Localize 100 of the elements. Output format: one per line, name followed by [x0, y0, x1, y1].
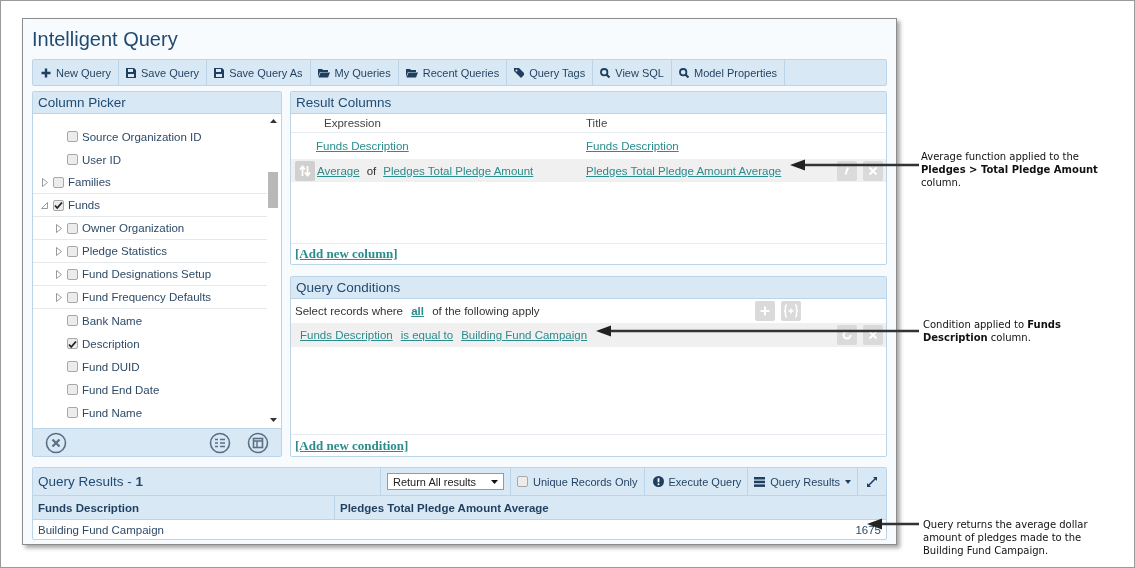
table-cell: Building Fund Campaign [38, 523, 164, 536]
panel-title: Result Columns [291, 92, 886, 114]
title-link[interactable]: Pledges Total Pledge Amount Average [586, 164, 782, 177]
condition-link[interactable]: Funds Description [300, 329, 393, 341]
tree-item-label[interactable]: Bank Name [82, 314, 143, 327]
toolbar-button[interactable]: View SQL [593, 60, 672, 85]
checkbox[interactable] [67, 361, 78, 372]
scrollbar-thumb[interactable] [268, 172, 278, 208]
checkbox[interactable] [67, 268, 78, 280]
caret-down-icon [845, 479, 851, 484]
callout-text: Query returns the average dollar amount of pledges made to the Building Fund Campaign. [923, 518, 1089, 557]
exclamation-circle-icon [652, 476, 664, 487]
condition-link[interactable]: Building Fund Campaign [461, 329, 588, 341]
checkbox[interactable] [67, 245, 78, 257]
window-title: Intelligent Query [32, 26, 179, 52]
check-icon [53, 200, 64, 210]
tag-icon [514, 67, 525, 78]
expression-link[interactable]: Pledges Total Pledge Amount [383, 164, 534, 177]
toolbar-button[interactable]: Model Properties [671, 60, 786, 85]
edit-button[interactable] [837, 160, 857, 181]
toolbar-button[interactable]: Save Query [119, 60, 208, 85]
tree-item-label[interactable]: Fund End Date [82, 383, 160, 396]
panel-title: Column Picker [33, 92, 281, 114]
query-results-menu[interactable]: Query Results [747, 468, 857, 495]
clear-button[interactable] [45, 431, 67, 454]
tree-item-label[interactable]: Fund Designations Setup [82, 268, 212, 280]
checkbox[interactable] [67, 131, 78, 142]
refresh-button[interactable] [837, 325, 857, 345]
tree-item-label[interactable]: Description [82, 337, 140, 350]
toolbar-button[interactable]: Query Tags [507, 60, 594, 85]
tree-item-label[interactable]: Fund DUID [82, 360, 140, 373]
tree-item-label[interactable]: User ID [82, 153, 121, 166]
checkbox[interactable] [516, 476, 528, 487]
panel-title: Query Results - 1 [37, 474, 145, 489]
layout-button[interactable] [247, 431, 269, 454]
tree-item-label[interactable]: Families [68, 176, 111, 188]
tree-item-label[interactable]: Fund Frequency Defaults [82, 291, 212, 303]
condition-intro-text: Select records where all of the following apply [295, 305, 540, 317]
collapsed-arrow-icon[interactable] [55, 269, 62, 279]
expanded-arrow-icon[interactable] [41, 201, 48, 209]
callout-text: Condition applied to Funds Description column. [923, 318, 1062, 344]
close-icon [868, 165, 878, 176]
tree-item-label[interactable]: Fund Name [82, 406, 143, 419]
column-header: Funds Description [38, 501, 139, 514]
expression-text: of [366, 164, 377, 177]
up-down-arrows-icon [299, 164, 311, 177]
add-column-link[interactable]: [Add new column] [295, 246, 398, 262]
toolbar-button[interactable]: Recent Queries [398, 60, 508, 85]
checkbox[interactable] [67, 154, 78, 165]
checkbox[interactable] [53, 176, 64, 188]
match-mode-link[interactable]: all [411, 305, 424, 317]
add-condition-link[interactable]: [Add new condition] [295, 437, 409, 454]
panel-circle-icon [247, 431, 269, 454]
checkbox[interactable] [67, 384, 78, 395]
search-icon [600, 67, 611, 78]
reorder-handle[interactable] [295, 160, 315, 181]
collapsed-arrow-icon[interactable] [41, 177, 48, 187]
plus-icon [760, 306, 770, 316]
return-mode-select[interactable]: Return All results [386, 473, 504, 490]
close-icon [868, 330, 878, 340]
checkbox[interactable] [67, 338, 78, 349]
collapsed-arrow-icon[interactable] [55, 246, 62, 256]
tree-item-label[interactable]: Owner Organization [82, 222, 185, 234]
pencil-icon [842, 165, 852, 176]
callout-text: Average function applied to the Pledges > Total Pledge Amount column. [921, 150, 1099, 189]
toolbar-button[interactable]: My Queries [310, 60, 399, 85]
toolbar-button[interactable]: Save Query As [207, 60, 311, 85]
delete-button[interactable] [863, 160, 883, 181]
column-header: Pledges Total Pledge Amount Average [340, 501, 549, 514]
expression-link[interactable]: Funds Description [316, 139, 409, 152]
column-header: Title [586, 117, 608, 129]
checkbox[interactable] [67, 291, 78, 303]
check-icon [67, 338, 78, 349]
collapsed-arrow-icon[interactable] [55, 223, 62, 233]
condition-link[interactable]: is equal to [400, 329, 454, 341]
expression-link[interactable]: Average [317, 164, 360, 177]
panel-title: Query Conditions [291, 277, 886, 299]
close-circle-icon [45, 431, 67, 454]
execute-query-button[interactable]: Execute Query [643, 468, 748, 495]
search-icon [678, 67, 689, 78]
scroll-up-arrow-icon[interactable] [270, 119, 277, 123]
tree-item-label[interactable]: Source Organization ID [82, 130, 202, 143]
title-link[interactable]: Funds Description [586, 139, 679, 152]
checkbox[interactable] [53, 199, 64, 211]
list-circle-icon [209, 431, 231, 454]
toolbar-button[interactable]: New Query [34, 60, 120, 85]
braces-plus-icon [783, 304, 799, 318]
checkbox[interactable] [67, 407, 78, 418]
caret-down-icon [490, 479, 498, 484]
checkbox[interactable] [67, 222, 78, 234]
column-header: Expression [324, 117, 381, 129]
tree-item-label[interactable]: Funds [68, 199, 100, 211]
checkbox-label[interactable]: Unique Records Only [532, 475, 638, 488]
tree-item-label[interactable]: Pledge Statistics [82, 245, 167, 257]
stack-icon [754, 476, 766, 487]
list-button[interactable] [209, 431, 231, 454]
collapsed-arrow-icon[interactable] [55, 292, 62, 302]
delete-button[interactable] [863, 325, 883, 345]
scroll-down-arrow-icon[interactable] [270, 418, 277, 422]
checkbox[interactable] [67, 315, 78, 326]
